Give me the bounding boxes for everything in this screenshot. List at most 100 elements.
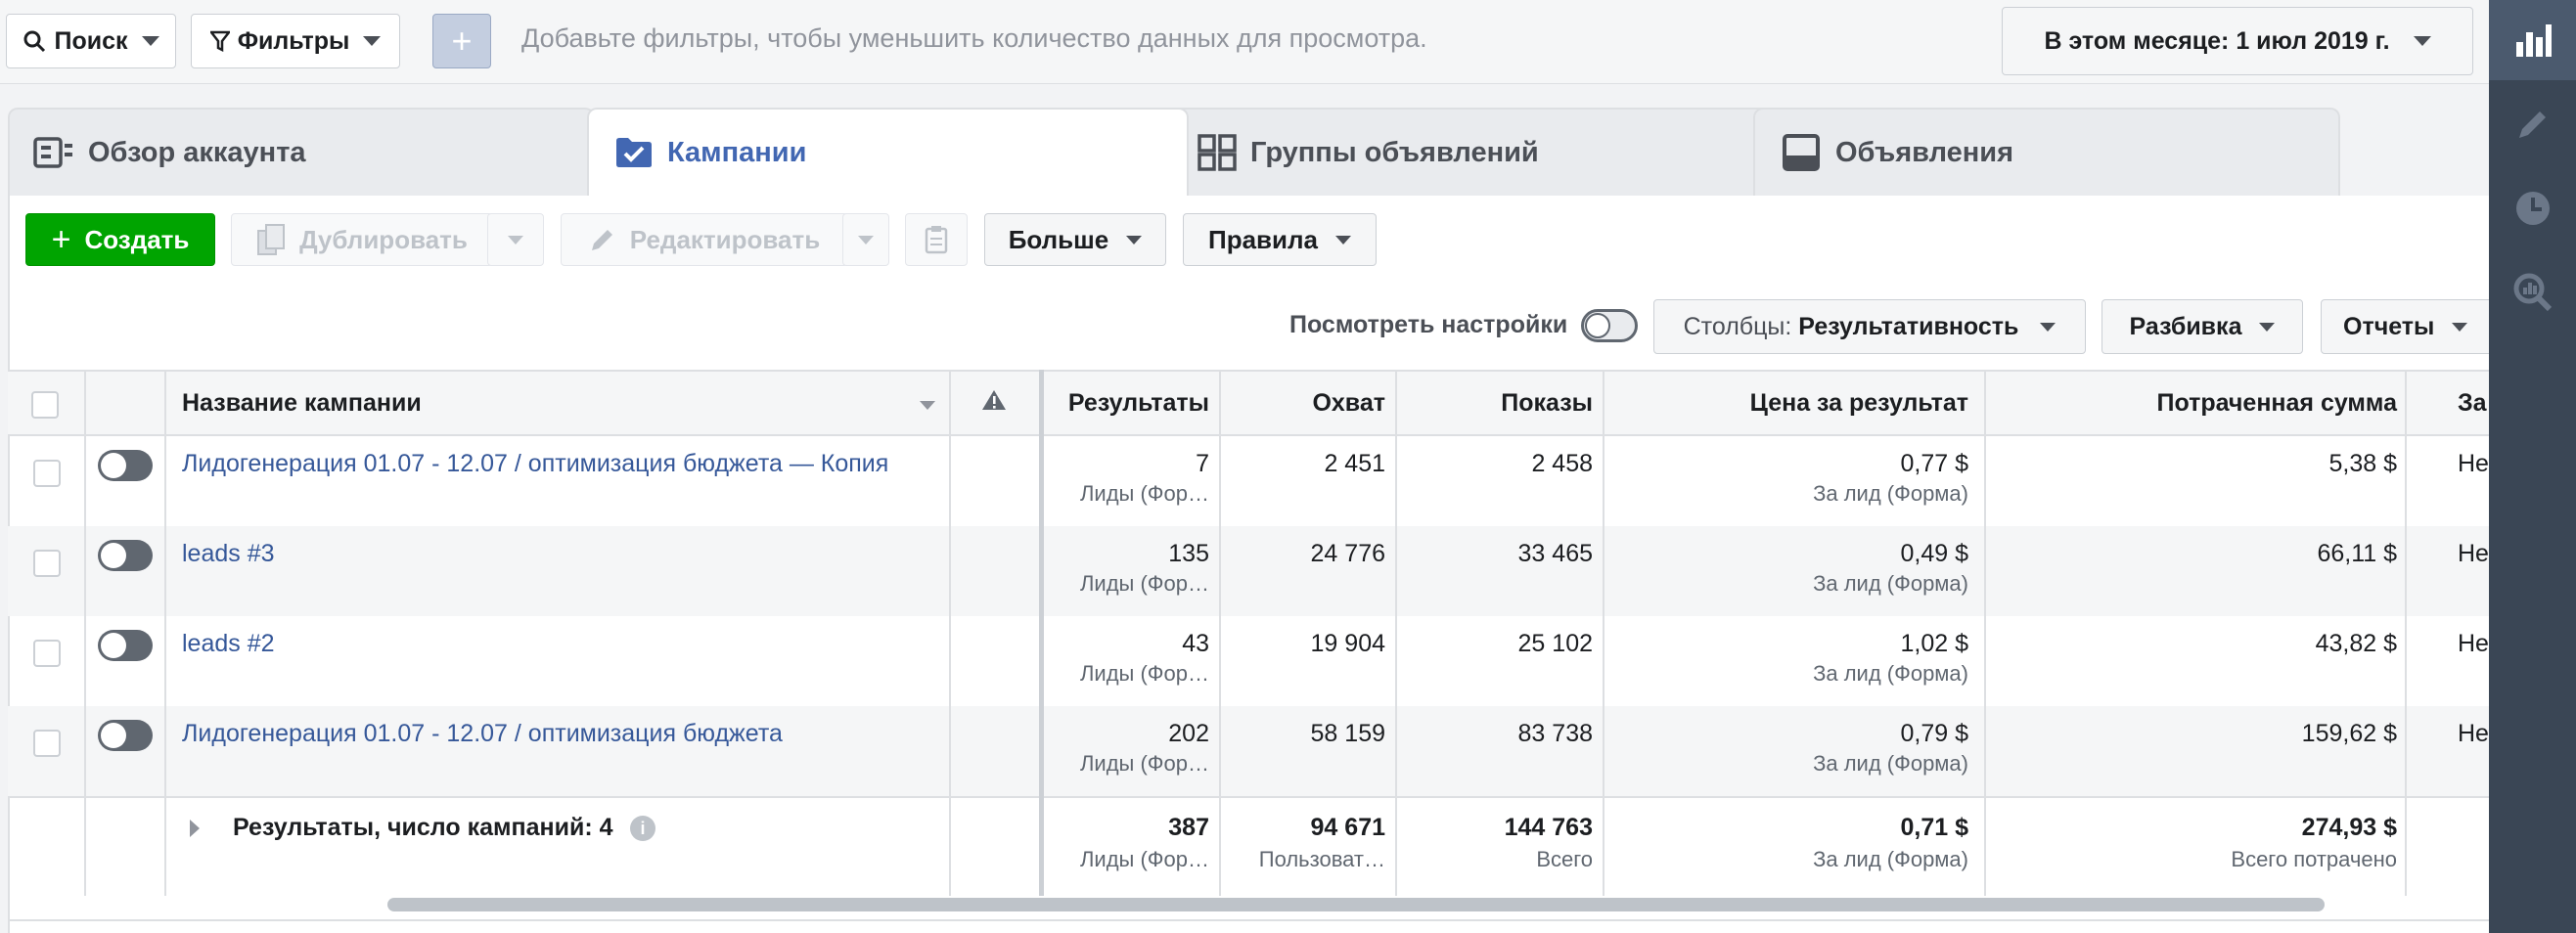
column-header-reach[interactable]: Охват [1221, 372, 1385, 434]
select-all-checkbox[interactable] [31, 391, 59, 419]
column-divider [1984, 370, 1986, 896]
totals-row: Результаты, число кампаний: 4 i 387 Лиды… [8, 796, 2489, 896]
duplicate-label: Дублировать [299, 224, 468, 254]
row-checkbox[interactable] [33, 460, 61, 487]
chart-bars-icon[interactable] [2510, 18, 2554, 62]
reach-value: 19 904 [1310, 630, 1385, 657]
column-divider [1219, 370, 1221, 896]
tab-label: Группы объявлений [1250, 136, 1539, 168]
campaign-toggle[interactable] [98, 540, 153, 571]
reach-value: 58 159 [1310, 720, 1385, 747]
end-value: Не [2458, 720, 2489, 747]
row-checkbox[interactable] [33, 640, 61, 667]
column-header-spent[interactable]: Потраченная сумма [2013, 372, 2397, 434]
campaigns-folder-icon [616, 138, 652, 167]
campaign-toggle[interactable] [98, 720, 153, 751]
adsets-grid-icon [1198, 134, 1237, 171]
totals-reach: 94 671 [1310, 814, 1385, 841]
totals-spent: 274,93 $ [2301, 814, 2397, 841]
filter-bar: Поиск Фильтры + Добавьте фильтры, чтобы … [0, 0, 2489, 84]
column-divider [164, 370, 166, 896]
spent-value: 159,62 $ [2301, 720, 2397, 747]
filters-hint: Добавьте фильтры, чтобы уменьшить количе… [521, 23, 1427, 53]
campaign-name-link[interactable]: leads #2 [182, 630, 275, 658]
columns-dropdown[interactable]: Столбцы: Результативность [1653, 299, 2086, 354]
table-row[interactable]: Лидогенерация 01.07 - 12.07 / оптимизаци… [8, 706, 2489, 796]
totals-impressions-sub: Всего [1536, 847, 1593, 871]
clipboard-icon [925, 226, 948, 254]
end-value: Не [2458, 450, 2489, 477]
table-row[interactable]: leads #3 135 Лиды (Фор… 24 776 33 465 0,… [8, 526, 2489, 616]
add-filter-button[interactable]: + [432, 14, 491, 68]
row-checkbox[interactable] [33, 550, 61, 577]
cost-value: 1,02 $ [1900, 630, 1968, 657]
reports-dropdown[interactable]: Отчеты [2321, 299, 2493, 354]
column-header-end[interactable]: За [2458, 372, 2487, 434]
more-label: Больше [1008, 224, 1109, 254]
columns-prefix: Столбцы: [1683, 312, 1792, 340]
date-range-dropdown[interactable]: В этом месяце: 1 июл 2019 г. [2002, 7, 2473, 75]
tab-campaigns[interactable]: Кампании [614, 108, 806, 198]
cost-value: 0,77 $ [1900, 450, 1968, 477]
right-tool-rail [2489, 0, 2576, 933]
campaign-toggle[interactable] [98, 450, 153, 481]
chevron-down-icon [2452, 322, 2468, 332]
column-header-impressions[interactable]: Показы [1397, 372, 1593, 434]
chevron-down-icon [1126, 235, 1143, 244]
pencil-icon[interactable] [2510, 102, 2554, 146]
expand-triangle-icon[interactable] [190, 820, 200, 837]
tab-label: Обзор аккаунта [88, 136, 306, 168]
column-header-name[interactable]: Название кампании [182, 372, 422, 434]
totals-label: Результаты, число кампаний: 4 [233, 814, 613, 841]
column-header-cost[interactable]: Цена за результат [1622, 372, 1968, 434]
filters-dropdown[interactable]: Фильтры [191, 14, 400, 68]
duplicate-icon [257, 224, 286, 255]
horizontal-scrollbar[interactable] [387, 898, 2325, 911]
more-dropdown[interactable]: Больше [984, 213, 1166, 266]
campaign-toggle[interactable] [98, 630, 153, 661]
ads-icon [1783, 134, 1820, 171]
row-checkbox[interactable] [33, 730, 61, 757]
view-settings-toggle[interactable] [1581, 309, 1638, 342]
edit-button[interactable]: Редактировать [561, 213, 848, 266]
campaign-name-link[interactable]: Лидогенерация 01.07 - 12.07 / оптимизаци… [182, 450, 888, 478]
chevron-down-icon [508, 235, 523, 244]
edit-label: Редактировать [629, 224, 821, 254]
spent-value: 5,38 $ [2328, 450, 2397, 477]
duplicate-dropdown[interactable] [487, 213, 544, 266]
sort-icon[interactable] [920, 401, 935, 410]
totals-results-sub: Лиды (Фор… [1079, 847, 1209, 871]
cost-value: 0,79 $ [1900, 720, 1968, 747]
chevron-down-icon [2040, 322, 2056, 332]
search-chart-icon[interactable] [2510, 270, 2554, 314]
campaign-name-link[interactable]: Лидогенерация 01.07 - 12.07 / оптимизаци… [182, 720, 783, 748]
totals-spent-sub: Всего потрачено [2231, 847, 2397, 871]
search-dropdown[interactable]: Поиск [6, 14, 176, 68]
column-header-results[interactable]: Результаты [1062, 372, 1209, 434]
column-divider [949, 370, 951, 896]
frozen-column-divider[interactable] [1039, 370, 1044, 896]
reports-label: Отчеты [2343, 312, 2435, 340]
cost-sub: За лид (Форма) [1813, 571, 1968, 596]
info-icon[interactable]: i [630, 816, 655, 841]
search-icon [23, 30, 46, 53]
breakdown-dropdown[interactable]: Разбивка [2101, 299, 2303, 354]
duplicate-button[interactable]: Дублировать [231, 213, 493, 266]
chevron-down-icon [2413, 36, 2431, 46]
rules-dropdown[interactable]: Правила [1183, 213, 1377, 266]
table-header: Название кампании Результаты Охват Показ… [8, 370, 2489, 436]
clock-icon[interactable] [2510, 186, 2554, 230]
table-row[interactable]: leads #2 43 Лиды (Фор… 19 904 25 102 1,0… [8, 616, 2489, 706]
impressions-value: 33 465 [1517, 540, 1593, 567]
clipboard-button[interactable] [905, 213, 968, 266]
column-divider [2405, 370, 2407, 896]
tab-ads[interactable]: Объявления [1783, 108, 2013, 198]
create-label: Создать [84, 224, 190, 254]
tab-adsets[interactable]: Группы объявлений [1198, 108, 1539, 198]
create-button[interactable]: + Создать [25, 213, 215, 266]
tab-account-overview[interactable]: Обзор аккаунта [33, 108, 306, 198]
edit-dropdown[interactable] [842, 213, 889, 266]
campaign-name-link[interactable]: leads #3 [182, 540, 275, 568]
plus-icon: + [51, 221, 71, 258]
table-row[interactable]: Лидогенерация 01.07 - 12.07 / оптимизаци… [8, 436, 2489, 526]
